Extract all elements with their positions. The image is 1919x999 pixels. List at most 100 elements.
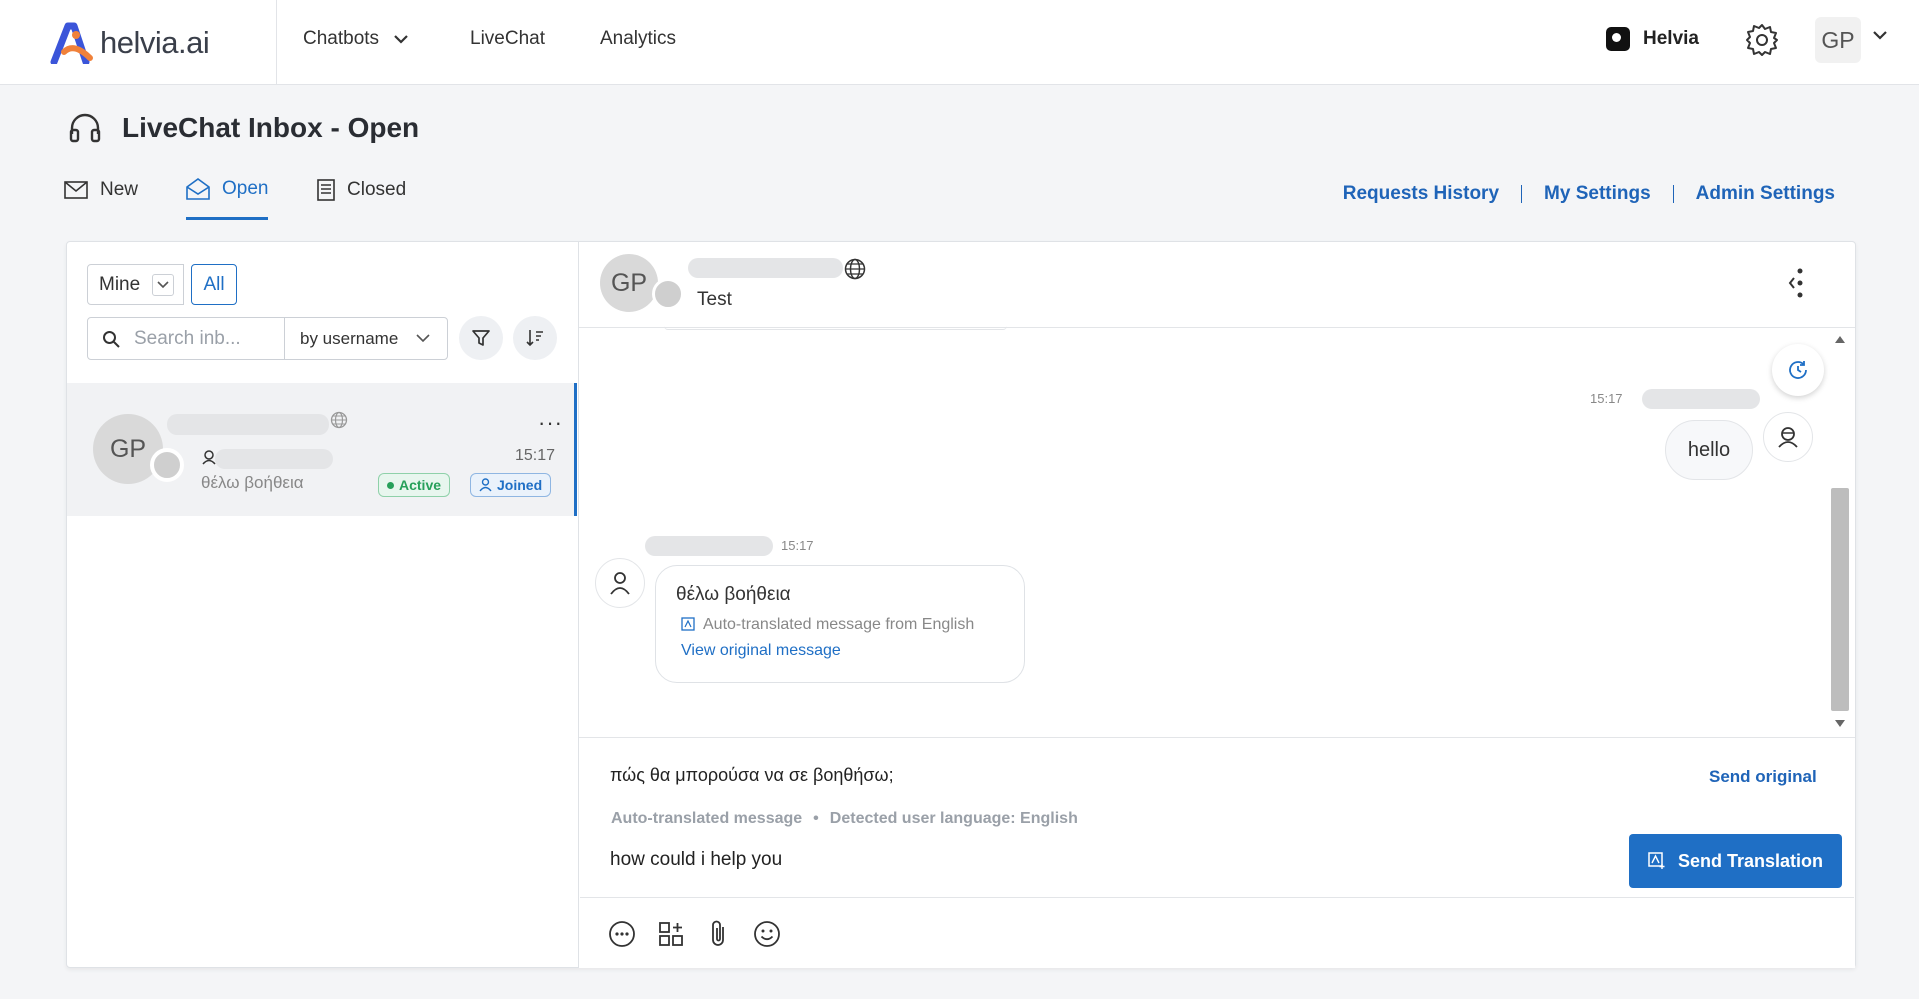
translate-icon [681,617,695,631]
status-badge-active: Active [378,473,451,497]
composer-divider [580,897,1854,898]
chevron-down-icon [416,334,430,343]
emoji-icon[interactable] [751,918,783,950]
incoming-message-text: θέλω βοήθεια [676,584,791,605]
nav-analytics[interactable]: Analytics [600,28,676,50]
send-translation-button[interactable]: Send Translation [1629,834,1842,888]
sort-by-select[interactable]: by username [284,317,448,360]
user-avatar-icon [595,558,645,608]
search-box [87,317,285,360]
chevron-down-icon [394,35,408,44]
translated-text[interactable]: πώς θα μπορούσα να σε βοηθήσω; [610,765,894,786]
tab-new-label: New [100,179,139,200]
info-bullet: • [813,810,819,827]
mine-select[interactable]: Mine [87,264,184,305]
nav-livechat[interactable]: LiveChat [470,28,545,50]
outgoing-time: 15:17 [1590,391,1623,406]
link-divider [1672,185,1674,203]
badge-active-label: Active [399,477,442,493]
logo[interactable]: helvia.ai [0,0,277,85]
chat-avatar: GP [600,254,658,312]
history-icon [1789,361,1807,379]
tab-closed-label: Closed [347,179,407,200]
redacted-username [167,414,329,435]
view-original-link[interactable]: View original message [681,642,1004,660]
my-settings-link[interactable]: My Settings [1544,183,1651,205]
presence-indicator [652,278,684,310]
sort-by-label: by username [300,328,399,348]
user-initials: GP [1821,26,1855,53]
all-filter-button[interactable]: All [191,264,237,305]
detected-language: Detected user language: English [829,810,1078,827]
search-input[interactable] [134,327,264,350]
page-title: LiveChat Inbox - Open [122,112,420,143]
auto-translated-label: Auto-translated message [611,810,803,827]
link-divider [1521,185,1523,203]
mine-label: Mine [99,273,141,295]
workspace-switcher[interactable]: Helvia [1606,27,1699,51]
user-avatar[interactable]: GP [1815,17,1861,63]
apps-grid-icon[interactable] [655,918,687,950]
paperclip-icon[interactable] [703,918,735,950]
sort-icon [526,330,543,347]
gear-icon[interactable] [1744,22,1780,58]
filter-icon [472,330,490,346]
page-header: LiveChat Inbox - Open [68,112,419,144]
collapse-sidebar-icon[interactable] [1788,268,1804,298]
more-options-icon[interactable]: ··· [538,410,563,436]
translate-icon [1648,852,1665,869]
chevron-down-icon[interactable] [1872,30,1888,40]
helvia-logo-icon [50,22,93,64]
badge-joined-label: Joined [497,477,543,493]
workspace-icon [1606,27,1630,51]
nav-chatbots-label: Chatbots [303,28,380,49]
status-badge-joined: Joined [470,473,552,497]
outgoing-message: hello [1665,420,1753,480]
chat-header [579,241,1855,328]
requests-history-link[interactable]: Requests History [1343,183,1499,205]
all-label: All [203,273,225,295]
redacted-user-name [645,536,773,556]
admin-settings-link[interactable]: Admin Settings [1696,183,1835,205]
translation-note-text: Auto-translated message from English [703,616,975,633]
top-links: Requests History My Settings Admin Setti… [1343,183,1835,205]
document-icon [317,179,335,201]
redacted-agent-name [1642,389,1760,409]
filter-button[interactable] [459,316,503,360]
conversation-time: 15:17 [515,447,556,464]
translation-info: Auto-translated message • Detected user … [611,810,1078,828]
active-dot-icon [387,481,394,489]
tab-new[interactable]: New [64,174,138,220]
envelope-open-icon [186,177,210,200]
tab-closed[interactable]: Closed [317,174,406,220]
incoming-time: 15:17 [781,538,814,553]
tab-open[interactable]: Open [186,174,269,220]
chat-subtitle: Test [697,289,732,310]
incoming-message: θέλω βοήθεια Auto-translated message fro… [655,565,1025,683]
presence-indicator [150,448,184,482]
message-input[interactable]: how could i help you [610,849,782,871]
tab-open-label: Open [222,177,269,199]
person-icon [479,478,492,492]
chevron-down-icon [152,273,175,296]
logo-text: helvia.ai [100,24,210,60]
envelope-icon [64,181,88,199]
scroll-up-icon [1835,336,1845,343]
nav-analytics-label: Analytics [600,28,677,49]
nav-livechat-label: LiveChat [470,28,545,49]
canned-responses-icon[interactable] [606,918,638,950]
workspace-name: Helvia [1643,28,1699,49]
outgoing-message-text: hello [1687,438,1731,461]
history-button[interactable] [1772,344,1824,396]
globe-icon [330,411,348,429]
redacted-chat-username [688,258,843,278]
search-icon [103,330,120,348]
headset-icon [69,113,101,143]
agent-avatar-icon [1763,412,1813,462]
redacted-agent [215,449,333,469]
scrollbar-thumb[interactable] [1831,488,1849,711]
nav-chatbots[interactable]: Chatbots [303,28,409,50]
sort-button[interactable] [513,316,557,360]
scroll-down-icon [1835,720,1845,727]
send-original-link[interactable]: Send original [1709,767,1817,787]
